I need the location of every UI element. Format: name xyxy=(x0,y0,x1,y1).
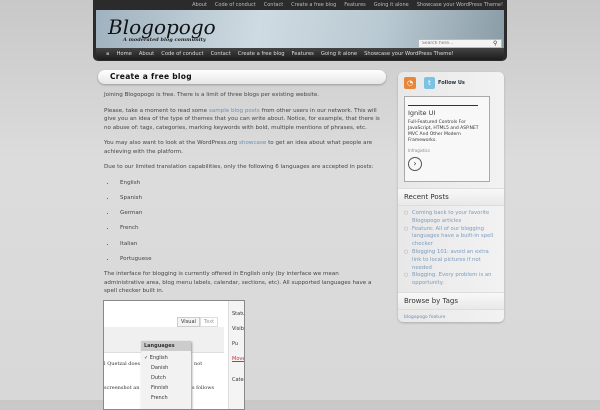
page-body: Joining Blogopogo is free. There is a li… xyxy=(98,84,386,296)
banner: Blogopogo A moderated blog community ⚲ xyxy=(96,10,504,48)
label: Visibi xyxy=(232,326,245,332)
top-nav-item[interactable]: Features xyxy=(344,2,366,8)
twitter-icon[interactable]: t xyxy=(424,77,435,89)
label: Categ xyxy=(232,377,244,383)
search-icon[interactable]: ⚲ xyxy=(493,40,497,47)
paragraph: Joining Blogopogo is free. There is a li… xyxy=(104,92,320,98)
search-box: ⚲ xyxy=(418,39,502,48)
menu-item[interactable]: French xyxy=(144,393,188,403)
recent-posts-list: Coming back to your favorite Blogopogo a… xyxy=(398,206,504,292)
paragraph: You may also want to look at the WordPre… xyxy=(104,139,380,156)
main-nav-item[interactable]: Going it alone xyxy=(321,51,357,57)
main-content: Create a free blog Joining Blogopogo is … xyxy=(98,70,386,410)
ad-text: Full-Featured Controls For JavaScript, H… xyxy=(408,120,479,143)
label: Statu xyxy=(232,311,245,317)
main-nav-item[interactable]: Create a free blog xyxy=(238,51,285,57)
list-item: German xyxy=(116,209,380,218)
editor-text: l Quetzal does xyxy=(104,361,141,367)
main-nav-item[interactable]: Features xyxy=(292,51,314,57)
publish-panel: Statu Visibi Pu Move Categ xyxy=(228,301,245,409)
showcase-link[interactable]: showcase xyxy=(239,140,266,146)
top-nav-item[interactable]: Showcase your WordPress Theme! xyxy=(417,2,503,8)
main-nav-item[interactable]: Showcase your WordPress Theme! xyxy=(364,51,454,57)
tab-text: Text xyxy=(200,317,219,327)
ad-title[interactable]: Ignite UI xyxy=(408,109,486,117)
site-header: About Code of conduct Contact Create a f… xyxy=(93,0,507,61)
language-list: English Spanish German French Italian Po… xyxy=(116,179,380,264)
recent-post-link[interactable]: Feature: All of our blogging languages h… xyxy=(404,226,498,249)
top-nav-item[interactable]: Create a free blog xyxy=(291,2,336,8)
label: Move xyxy=(232,356,245,362)
editor-text: not xyxy=(194,361,203,367)
top-nav-item[interactable]: About xyxy=(192,2,207,8)
site-logo[interactable]: Blogopogo xyxy=(108,15,216,39)
main-nav-item[interactable]: Code of conduct xyxy=(161,51,203,57)
search-input[interactable] xyxy=(419,41,493,46)
sidebar: ◔ t Follow Us Ignite UI Full-Featured Co… xyxy=(398,72,504,322)
label: Pu xyxy=(232,341,239,347)
list-item: Portuguese xyxy=(116,255,380,264)
follow-us-link[interactable]: Follow Us xyxy=(438,80,465,86)
rss-icon[interactable]: ◔ xyxy=(404,77,416,89)
ad-source: Infragistics xyxy=(408,148,430,153)
list-item: Italian xyxy=(116,240,380,249)
recent-post-link[interactable]: Coming back to your favorite Blogopogo a… xyxy=(404,210,498,226)
top-nav: About Code of conduct Contact Create a f… xyxy=(192,0,503,10)
list-item: Spanish xyxy=(116,194,380,203)
top-nav-item[interactable]: Code of conduct xyxy=(215,2,256,8)
recent-post-link[interactable]: Blogging. Every problem is an opportunit… xyxy=(404,272,498,288)
editor-text: screenshot an xyxy=(104,385,140,391)
main-nav: ▪ Home About Code of conduct Contact Cre… xyxy=(96,48,504,60)
tab-visual: Visual xyxy=(177,317,200,327)
menu-item[interactable]: Finnish xyxy=(144,383,188,393)
browse-tags-title: Browse by Tags xyxy=(398,291,504,310)
main-nav-item[interactable]: Home xyxy=(117,51,132,57)
paragraph: Due to our limited translation capabilit… xyxy=(104,164,374,170)
menu-item[interactable]: Danish xyxy=(144,363,188,373)
main-nav-item[interactable]: About xyxy=(139,51,154,57)
site-tagline: A moderated blog community xyxy=(123,37,206,43)
sample-posts-link[interactable]: sample blog posts xyxy=(209,108,260,114)
top-nav-item[interactable]: Going it alone xyxy=(374,2,409,8)
editor-screenshot: Visual Text Languages ✓ English Danish D… xyxy=(103,300,245,410)
menu-item[interactable]: ✓ English xyxy=(144,353,188,363)
list-item: French xyxy=(116,224,380,233)
home-icon: ▪ xyxy=(106,51,110,57)
text: You may also want to look at the WordPre… xyxy=(104,140,239,146)
page-title: Create a free blog xyxy=(98,70,386,84)
menu-title: Languages xyxy=(141,341,191,351)
text: Please, take a moment to read some xyxy=(104,107,209,114)
chevron-right-icon[interactable]: › xyxy=(408,157,422,171)
editor-text: s follows xyxy=(192,385,215,391)
paragraph: Please, take a moment to read some sampl… xyxy=(104,107,380,133)
tag-link[interactable]: blogopogo feature xyxy=(398,310,504,325)
list-item: English xyxy=(116,179,380,188)
recent-post-link[interactable]: Blogging 101: avoid an extra link to loc… xyxy=(404,249,498,272)
ad-box[interactable]: Ignite UI Full-Featured Controls For Jav… xyxy=(404,96,490,182)
top-nav-item[interactable]: Contact xyxy=(264,2,283,8)
recent-posts-title: Recent Posts xyxy=(398,188,504,206)
menu-item[interactable]: Dutch xyxy=(144,373,188,383)
paragraph: The interface for blogging is currently … xyxy=(104,271,372,295)
main-nav-item[interactable]: Contact xyxy=(211,51,231,57)
